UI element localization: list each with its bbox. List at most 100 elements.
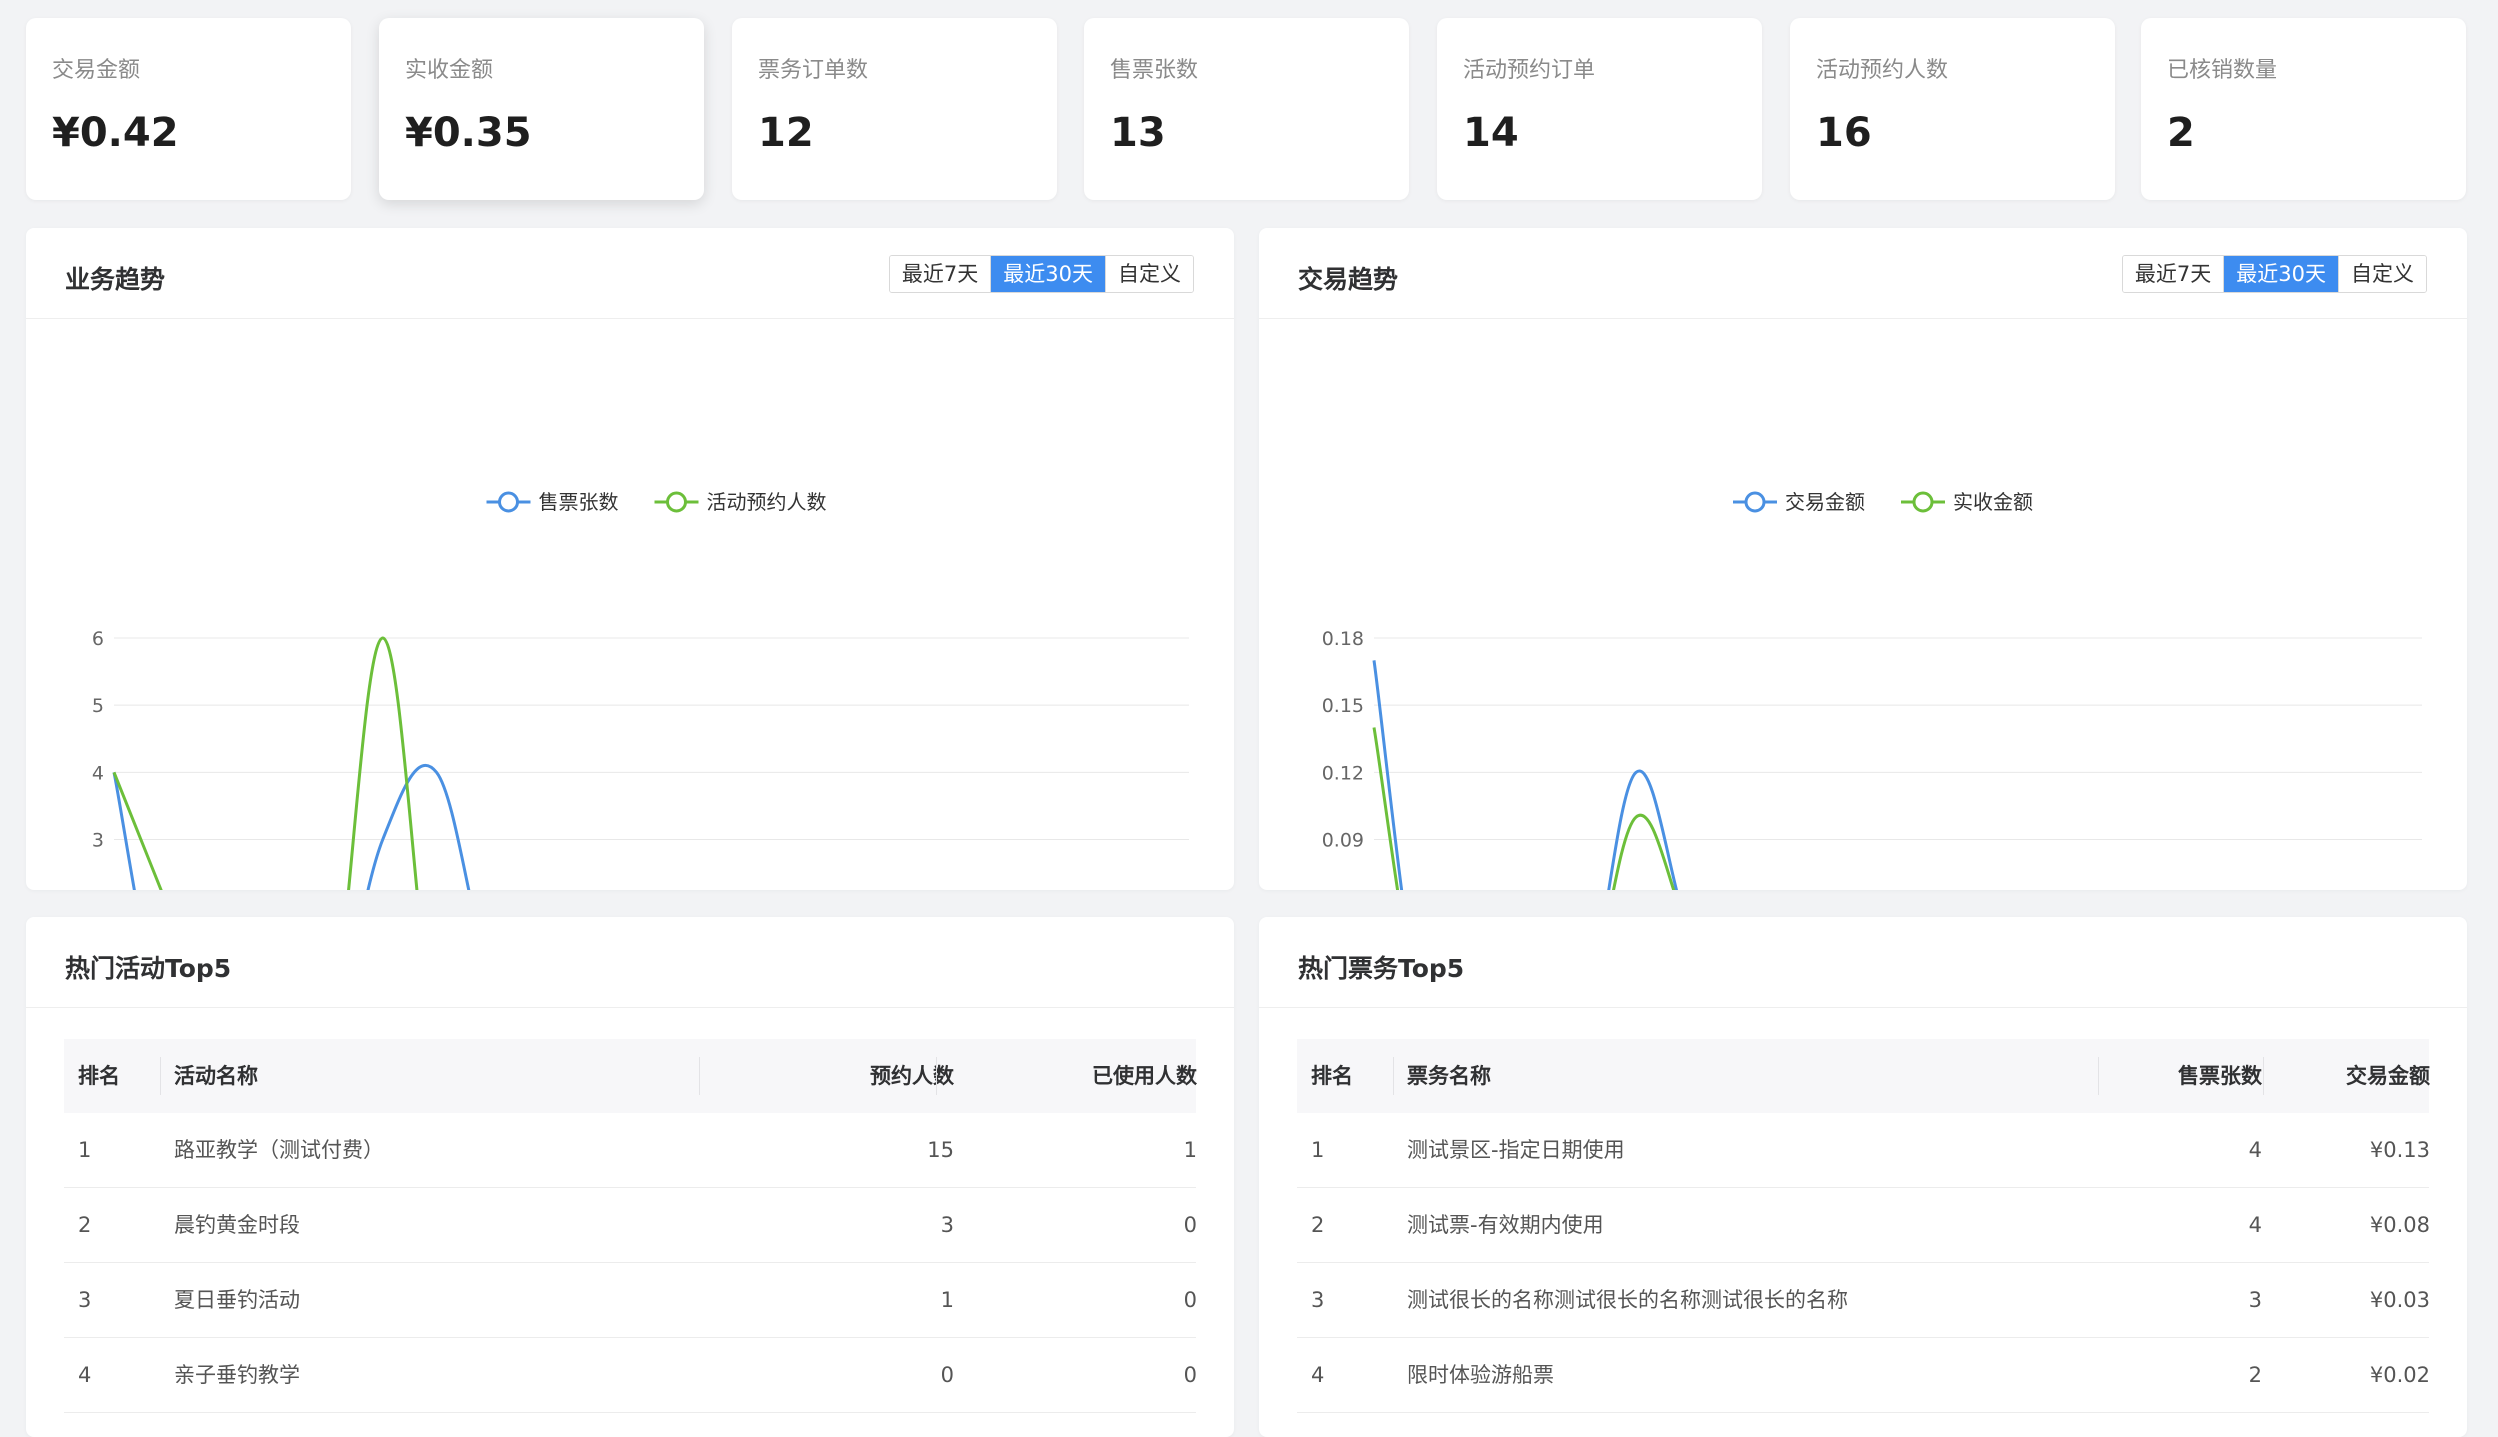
stat-label: 活动预约订单	[1463, 58, 1596, 83]
stat-card-tickets-sold[interactable]: 售票张数 13	[1084, 18, 1409, 200]
column-header-ticket-name[interactable]: 票务名称	[1407, 1039, 1491, 1113]
column-header-rank[interactable]: 排名	[1311, 1039, 1353, 1113]
cell-activity-name: 晨钓黄金时段	[174, 1213, 300, 1237]
panel-header: 热门活动Top5	[26, 917, 1234, 1008]
panel-header: 热门票务Top5	[1259, 917, 2467, 1008]
stat-label: 交易金额	[52, 58, 141, 83]
range-7-days-button[interactable]: 最近7天	[2122, 256, 2225, 292]
legend-marker	[498, 491, 519, 513]
transaction-trend-panel: 交易趋势 最近7天 最近30天 自定义 00.030.060.090.120.1…	[1259, 228, 2467, 890]
legend-label: 活动预约人数	[707, 490, 827, 514]
cell-reservations: 1	[940, 1288, 954, 1312]
cell-rank: 1	[1311, 1138, 1325, 1162]
stat-label: 售票张数	[1110, 58, 1199, 83]
table-row[interactable]: 4 限时体验游船票 2 ¥0.02	[1297, 1338, 2430, 1413]
cell-ticket-name: 测试票-有效期内使用	[1407, 1213, 1604, 1237]
column-divider	[2098, 1057, 2099, 1095]
stat-label: 活动预约人数	[1816, 58, 1949, 83]
legend-marker	[666, 491, 687, 513]
column-divider	[160, 1057, 161, 1095]
stat-card-ticket-orders[interactable]: 票务订单数 12	[732, 18, 1057, 200]
legend-label: 交易金额	[1785, 490, 1865, 514]
cell-tickets-sold: 4	[2248, 1138, 2262, 1162]
column-divider	[1393, 1057, 1394, 1095]
cell-rank: 2	[78, 1213, 92, 1237]
stat-value: 16	[1816, 110, 1872, 156]
column-header-trade-amount[interactable]: 交易金额	[2277, 1039, 2430, 1113]
cell-rank: 4	[1311, 1363, 1325, 1387]
panel-title: 交易趋势	[1298, 265, 1399, 294]
y-tick-label: 0.18	[1322, 628, 1364, 650]
cell-trade-amount: ¥0.03	[2369, 1288, 2430, 1312]
column-divider	[699, 1057, 700, 1095]
panel-title: 业务趋势	[65, 265, 166, 294]
cell-activity-name: 路亚教学（测试付费）	[174, 1138, 384, 1162]
range-30-days-button[interactable]: 最近30天	[991, 256, 1106, 292]
stat-card-received-amount[interactable]: 实收金额 ¥0.35	[379, 18, 704, 200]
hot-activities-panel: 热门活动Top5 排名 活动名称 预约人数 已使用人数 1 路亚教学（测试付费）…	[26, 917, 1234, 1437]
cell-rank: 3	[1311, 1288, 1325, 1312]
cell-tickets-sold: 3	[2248, 1288, 2262, 1312]
column-header-reservations[interactable]: 预约人数	[714, 1039, 954, 1113]
y-tick-label: 0.15	[1322, 695, 1364, 717]
cell-ticket-name: 测试很长的名称测试很长的名称测试很长的名称	[1407, 1288, 1848, 1312]
table-row[interactable]: 3 夏日垂钓活动 1 0	[64, 1263, 1197, 1338]
table-row[interactable]: 1 测试景区-指定日期使用 4 ¥0.13	[1297, 1113, 2430, 1188]
table-row[interactable]: 2 测试票-有效期内使用 4 ¥0.08	[1297, 1188, 2430, 1263]
y-tick-label: 4	[92, 762, 104, 784]
stat-value: ¥0.35	[405, 110, 532, 156]
stat-card-activity-orders[interactable]: 活动预约订单 14	[1437, 18, 1762, 200]
cell-tickets-sold: 2	[2248, 1363, 2262, 1387]
table-row[interactable]: 3 测试很长的名称测试很长的名称测试很长的名称 3 ¥0.03	[1297, 1263, 2430, 1338]
stat-value: ¥0.42	[52, 110, 179, 156]
range-7-days-button[interactable]: 最近7天	[889, 256, 992, 292]
stat-card-activity-people[interactable]: 活动预约人数 16	[1790, 18, 2115, 200]
stat-card-verified-count[interactable]: 已核销数量 2	[2141, 18, 2466, 200]
cell-trade-amount: ¥0.08	[2369, 1213, 2430, 1237]
range-30-days-button[interactable]: 最近30天	[2224, 256, 2339, 292]
y-tick-label: 5	[92, 695, 104, 717]
cell-activity-name: 夏日垂钓活动	[174, 1288, 300, 1312]
business-trend-panel: 业务趋势 最近7天 最近30天 自定义 012345608-2108-2308-…	[26, 228, 1234, 890]
table-row[interactable]: 2 晨钓黄金时段 3 0	[64, 1188, 1197, 1263]
transaction-trend-chart: 00.030.060.090.120.150.1808-2108-2308-25…	[1322, 490, 2422, 890]
column-divider	[936, 1057, 937, 1095]
hot-tickets-table: 排名 票务名称 售票张数 交易金额 1 测试景区-指定日期使用 4 ¥0.13 …	[1297, 1039, 2430, 1413]
stat-value: 14	[1463, 110, 1519, 156]
cell-reservations: 0	[940, 1363, 954, 1387]
stat-card-trade-amount[interactable]: 交易金额 ¥0.42	[26, 18, 351, 200]
column-header-rank[interactable]: 排名	[78, 1039, 120, 1113]
y-tick-label: 0.12	[1322, 762, 1364, 784]
date-range-selector: 最近7天 最近30天 自定义	[888, 255, 1194, 293]
range-custom-button[interactable]: 自定义	[1106, 256, 1193, 292]
cell-rank: 2	[1311, 1213, 1325, 1237]
panel-header: 业务趋势 最近7天 最近30天 自定义	[26, 228, 1234, 319]
hot-tickets-panel: 热门票务Top5 排名 票务名称 售票张数 交易金额 1 测试景区-指定日期使用…	[1259, 917, 2467, 1437]
series-line	[1372, 660, 1679, 890]
cell-rank: 3	[78, 1288, 92, 1312]
stat-value: 13	[1110, 110, 1166, 156]
stats-row: 交易金额 ¥0.42 实收金额 ¥0.35 票务订单数 12 售票张数 13 活…	[26, 18, 2466, 200]
column-header-activity-name[interactable]: 活动名称	[174, 1039, 258, 1113]
cell-tickets-sold: 4	[2248, 1213, 2262, 1237]
cell-reservations: 15	[927, 1138, 954, 1162]
cell-activity-name: 亲子垂钓教学	[174, 1363, 300, 1387]
legend-label: 实收金额	[1953, 490, 2033, 514]
column-header-used[interactable]: 已使用人数	[954, 1039, 1197, 1113]
legend-marker	[1912, 491, 1934, 513]
table-row[interactable]: 4 亲子垂钓教学 0 0	[64, 1338, 1197, 1413]
cell-trade-amount: ¥0.02	[2369, 1363, 2430, 1387]
table-row[interactable]: 1 路亚教学（测试付费） 15 1	[64, 1113, 1197, 1188]
legend-label: 售票张数	[539, 490, 619, 514]
panel-header: 交易趋势 最近7天 最近30天 自定义	[1259, 228, 2467, 319]
legend-marker	[1744, 491, 1766, 513]
range-custom-button[interactable]: 自定义	[2339, 256, 2426, 292]
table-header: 排名 活动名称 预约人数 已使用人数	[64, 1039, 1197, 1113]
y-tick-label: 0.09	[1322, 830, 1364, 852]
cell-used: 0	[1183, 1288, 1197, 1312]
business-trend-chart: 012345608-2108-2308-2508-2708-2908-3109-…	[92, 490, 1189, 890]
column-header-tickets-sold[interactable]: 售票张数	[2112, 1039, 2262, 1113]
cell-rank: 1	[78, 1138, 92, 1162]
cell-ticket-name: 限时体验游船票	[1407, 1363, 1554, 1387]
panel-title: 热门票务Top5	[1298, 954, 1465, 983]
